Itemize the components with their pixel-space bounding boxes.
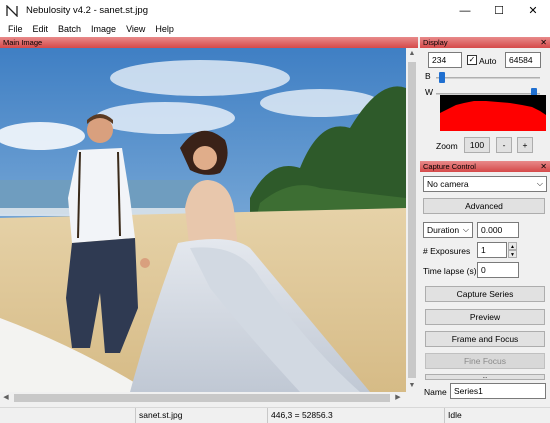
scroll-up-icon[interactable]: ▲ xyxy=(406,48,418,60)
chevron-down-icon: ⌵ xyxy=(536,179,543,188)
app-window: Nebulosity v4.2 - sanet.st.jpg — ☐ ✕ Fil… xyxy=(0,0,550,423)
duration-input[interactable]: 0.000 xyxy=(477,222,519,238)
exposures-input[interactable]: 1 xyxy=(477,242,507,258)
scroll-down-icon[interactable]: ▼ xyxy=(406,380,418,392)
maximize-button[interactable]: ☐ xyxy=(482,0,516,21)
capture-title: Capture Control xyxy=(423,162,476,171)
timelapse-input[interactable]: 0 xyxy=(477,262,519,278)
capture-close-icon[interactable]: ✕ xyxy=(540,161,547,172)
status-bar: sanet.st.jpg 446,3 = 52856.3 Idle xyxy=(0,407,550,423)
camera-select-value: No camera xyxy=(427,179,469,189)
menu-file[interactable]: File xyxy=(3,24,28,34)
menu-help[interactable]: Help xyxy=(150,24,179,34)
capture-series-button[interactable]: Capture Series xyxy=(425,286,545,302)
histogram xyxy=(440,95,546,131)
white-point-input[interactable]: 64584 xyxy=(505,52,541,68)
advanced-button[interactable]: Advanced xyxy=(423,198,545,214)
main-image-header: Main Image xyxy=(0,37,418,48)
status-coords: 446,3 = 52856.3 xyxy=(267,408,442,423)
scroll-right-icon[interactable]: ▶ xyxy=(392,392,404,404)
app-logo-icon xyxy=(4,3,20,19)
black-point-input[interactable]: 234 xyxy=(428,52,462,68)
display-title: Display xyxy=(423,38,448,47)
b-slider-label: B xyxy=(425,71,431,81)
vertical-scrollbar[interactable]: ▲ ▼ xyxy=(406,48,418,392)
capture-header: Capture Control ✕ xyxy=(420,161,550,172)
menu-edit[interactable]: Edit xyxy=(28,24,54,34)
display-panel: Display ✕ 234 ✓ Auto 64584 B W Zoom 100 … xyxy=(420,37,550,157)
menu-batch[interactable]: Batch xyxy=(53,24,86,34)
spin-down-icon[interactable]: ▼ xyxy=(508,250,517,258)
title-bar: Nebulosity v4.2 - sanet.st.jpg — ☐ ✕ xyxy=(0,0,550,21)
exposures-spinner[interactable]: ▲ ▼ xyxy=(508,242,517,258)
histogram-fill xyxy=(440,101,546,131)
series-name-label: Name xyxy=(424,387,447,397)
main-image-panel: Main Image ▲ ▼ ◀ ▶ xyxy=(0,37,418,405)
status-state: Idle xyxy=(444,408,550,423)
scroll-left-icon[interactable]: ◀ xyxy=(0,392,12,404)
window-title: Nebulosity v4.2 - sanet.st.jpg xyxy=(26,5,148,16)
preview-button[interactable]: Preview xyxy=(425,309,545,325)
menu-bar: File Edit Batch Image View Help xyxy=(0,21,550,37)
main-image-canvas[interactable] xyxy=(0,48,406,392)
zoom-value-button[interactable]: 100 xyxy=(464,137,490,153)
exposures-label: # Exposures xyxy=(423,246,471,256)
series-name-input[interactable]: Series1 xyxy=(450,383,546,399)
partial-hidden-button[interactable]: ... xyxy=(425,374,545,380)
frame-and-focus-button[interactable]: Frame and Focus xyxy=(425,331,545,347)
vertical-scroll-thumb[interactable] xyxy=(408,62,416,378)
display-header: Display ✕ xyxy=(420,37,550,48)
auto-checkbox[interactable]: ✓ xyxy=(467,55,477,65)
camera-select[interactable]: No camera ⌵ xyxy=(423,176,547,192)
spin-up-icon[interactable]: ▲ xyxy=(508,242,517,250)
zoom-label: Zoom xyxy=(436,141,458,151)
menu-image[interactable]: Image xyxy=(86,24,121,34)
status-filename: sanet.st.jpg xyxy=(135,408,265,423)
horizontal-scrollbar[interactable]: ◀ ▶ xyxy=(0,392,406,404)
duration-select[interactable]: Duration ⌵ xyxy=(423,222,473,238)
horizontal-scroll-thumb[interactable] xyxy=(14,394,390,402)
duration-label: Duration xyxy=(427,225,460,235)
photo-image xyxy=(0,48,406,392)
zoom-out-button[interactable]: - xyxy=(496,137,512,153)
capture-control-panel: Capture Control ✕ No camera ⌵ Advanced D… xyxy=(420,161,550,405)
chevron-down-icon: ⌵ xyxy=(462,225,469,234)
minimize-button[interactable]: — xyxy=(448,0,482,21)
display-close-icon[interactable]: ✕ xyxy=(540,37,547,48)
auto-label: Auto xyxy=(479,56,497,66)
fine-focus-button[interactable]: Fine Focus xyxy=(425,353,545,369)
menu-view[interactable]: View xyxy=(121,24,150,34)
b-slider-track[interactable] xyxy=(436,77,540,79)
zoom-in-button[interactable]: + xyxy=(517,137,533,153)
timelapse-label: Time lapse (s) xyxy=(423,266,477,276)
close-window-button[interactable]: ✕ xyxy=(516,0,550,21)
b-slider-thumb[interactable] xyxy=(438,72,445,83)
main-image-title: Main Image xyxy=(3,38,43,47)
w-slider-label: W xyxy=(425,87,434,97)
